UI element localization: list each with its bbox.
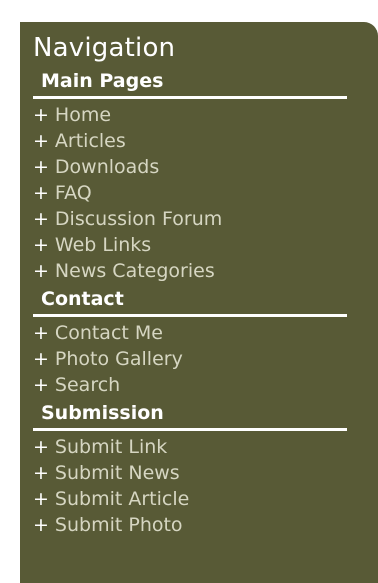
nav-link-submit-article[interactable]: + Submit Article (33, 486, 378, 512)
plus-icon: + (33, 374, 49, 396)
section-divider (33, 314, 347, 317)
plus-icon: + (33, 260, 49, 282)
plus-icon: + (33, 130, 49, 152)
nav-link-articles[interactable]: + Articles (33, 128, 378, 154)
link-label[interactable]: FAQ (55, 182, 92, 204)
nav-link-submit-news[interactable]: + Submit News (33, 460, 378, 486)
plus-icon: + (33, 156, 49, 178)
panel-title: Navigation (33, 33, 176, 63)
plus-icon: + (33, 208, 49, 230)
nav-link-news-categories[interactable]: + News Categories (33, 258, 378, 284)
plus-icon: + (33, 182, 49, 204)
nav-link-contact-me[interactable]: + Contact Me (33, 320, 378, 346)
section-submission: Submission + Submit Link + Submit News + Su… (33, 400, 378, 538)
section-heading: Main Pages (41, 70, 164, 92)
link-label[interactable]: Submit News (55, 462, 180, 484)
link-label[interactable]: News Categories (55, 260, 215, 282)
section-contact: Contact + Contact Me + Photo Gallery + Sear… (33, 286, 378, 398)
plus-icon: + (33, 104, 49, 126)
nav-link-home[interactable]: + Home (33, 102, 378, 128)
section-heading: Contact (41, 288, 124, 310)
nav-link-faq[interactable]: + FAQ (33, 180, 378, 206)
section-divider (33, 96, 347, 99)
plus-icon: + (33, 436, 49, 458)
plus-icon: + (33, 462, 49, 484)
link-label[interactable]: Contact Me (55, 322, 163, 344)
plus-icon: + (33, 348, 49, 370)
section-main-pages: Main Pages + Home + Articles + Downloads + F… (33, 68, 378, 284)
nav-link-photo-gallery[interactable]: + Photo Gallery (33, 346, 378, 372)
link-list: + Submit Link + Submit News + Submit Articl… (33, 434, 378, 538)
link-label[interactable]: Web Links (55, 234, 151, 256)
nav-link-search[interactable]: + Search (33, 372, 378, 398)
link-label[interactable]: Submit Photo (55, 514, 183, 536)
nav-link-discussion-forum[interactable]: + Discussion Forum (33, 206, 378, 232)
plus-icon: + (33, 514, 49, 536)
nav-link-submit-photo[interactable]: + Submit Photo (33, 512, 378, 538)
section-heading: Submission (41, 402, 164, 424)
link-list: + Contact Me + Photo Gallery + Search (33, 320, 378, 398)
link-label[interactable]: Downloads (55, 156, 159, 178)
link-label[interactable]: Submit Article (55, 488, 189, 510)
nav-link-submit-link[interactable]: + Submit Link (33, 434, 378, 460)
nav-link-web-links[interactable]: + Web Links (33, 232, 378, 258)
plus-icon: + (33, 322, 49, 344)
link-list: + Home + Articles + Downloads + FAQ + Discuss… (33, 102, 378, 284)
plus-icon: + (33, 488, 49, 510)
plus-icon: + (33, 234, 49, 256)
link-label[interactable]: Discussion Forum (55, 208, 222, 230)
link-label[interactable]: Submit Link (55, 436, 167, 458)
link-label[interactable]: Articles (55, 130, 126, 152)
link-label[interactable]: Home (55, 104, 111, 126)
navigation-panel: Navigation Main Pages + Home + Articles + D… (20, 22, 378, 583)
nav-link-downloads[interactable]: + Downloads (33, 154, 378, 180)
section-divider (33, 428, 347, 431)
link-label[interactable]: Photo Gallery (55, 348, 183, 370)
link-label[interactable]: Search (55, 374, 120, 396)
